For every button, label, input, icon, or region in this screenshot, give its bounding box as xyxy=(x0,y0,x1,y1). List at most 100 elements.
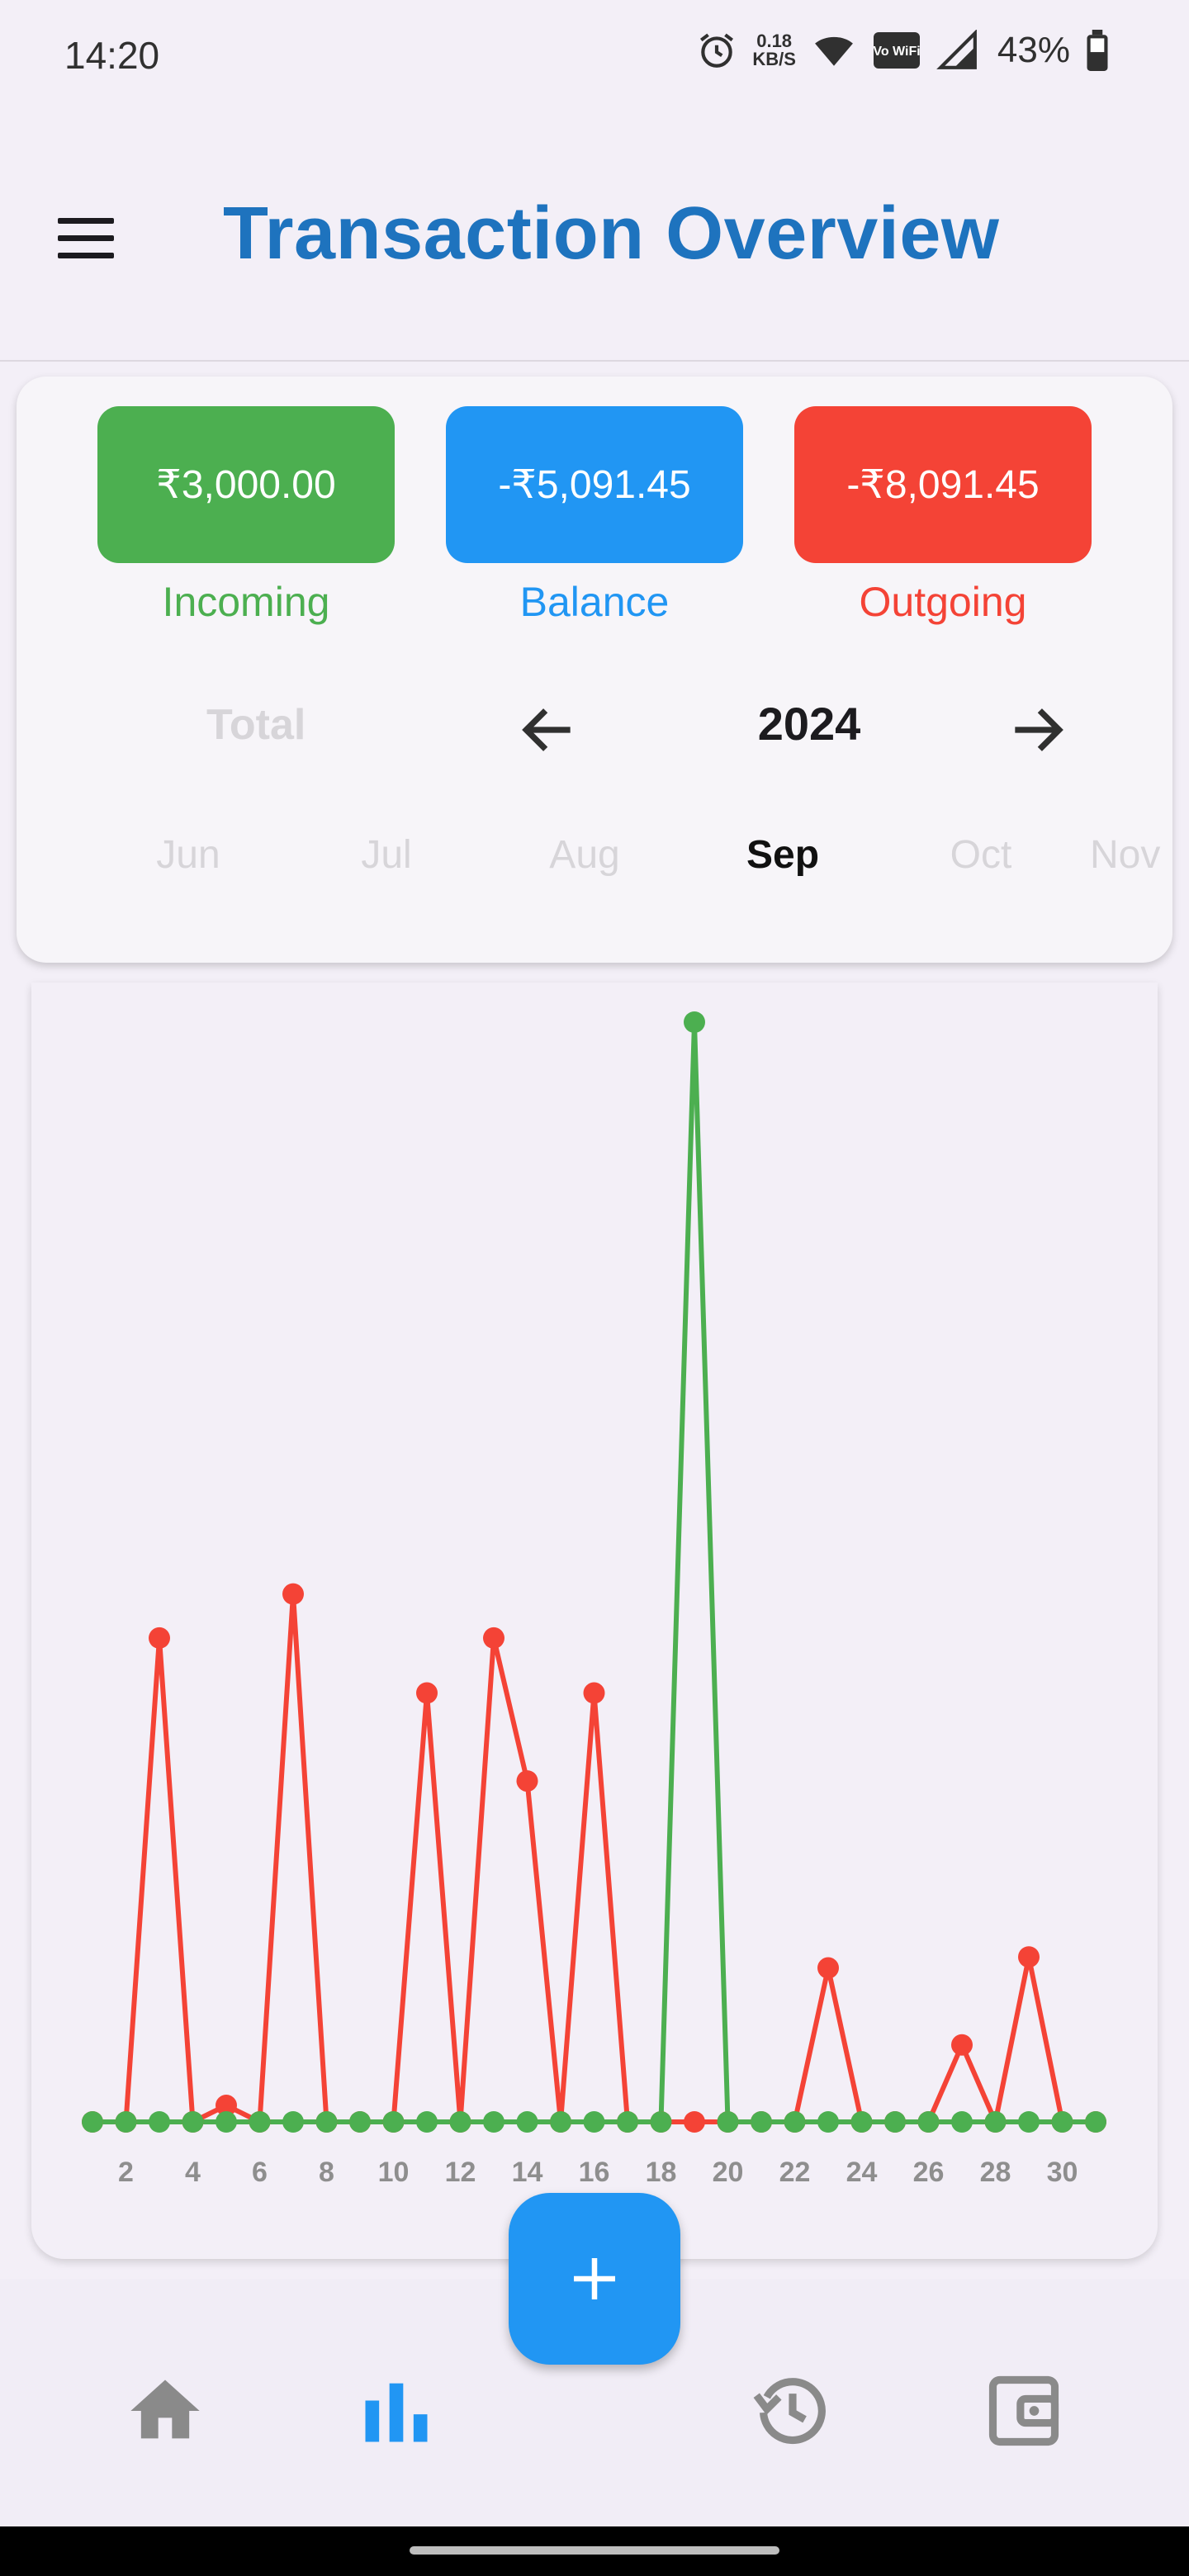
menu-button[interactable] xyxy=(54,213,117,263)
data-point-s1-day-9[interactable] xyxy=(349,2111,371,2133)
volte-wifi-icon: Vo WiFi xyxy=(873,32,921,69)
previous-year-arrow-icon[interactable] xyxy=(515,697,581,763)
battery-icon xyxy=(1087,30,1108,71)
data-point-s1-day-2[interactable] xyxy=(115,2111,137,2133)
alarm-icon xyxy=(700,33,734,68)
add-transaction-button[interactable] xyxy=(509,2193,680,2365)
data-point-s0-day-11[interactable] xyxy=(416,1682,438,1704)
x-tick-label: 22 xyxy=(779,2157,811,2188)
data-point-s1-day-23[interactable] xyxy=(817,2111,839,2133)
system-gesture-bar xyxy=(0,2526,1189,2576)
data-point-s1-day-30[interactable] xyxy=(1051,2111,1073,2133)
month-aug[interactable]: Aug xyxy=(510,832,659,878)
data-point-s0-day-14[interactable] xyxy=(516,1770,538,1792)
data-point-s1-day-6[interactable] xyxy=(249,2111,271,2133)
year-label: 2024 xyxy=(757,698,861,750)
data-point-s1-day-11[interactable] xyxy=(416,2111,438,2133)
outgoing-amount: -₹8,091.45 xyxy=(846,463,1040,507)
x-tick-label: 12 xyxy=(445,2157,476,2188)
nav-stats[interactable] xyxy=(347,2361,446,2460)
outgoing-label: Outgoing xyxy=(859,579,1027,625)
data-point-s1-day-15[interactable] xyxy=(550,2111,571,2133)
x-tick-label: 4 xyxy=(185,2157,201,2188)
data-point-s1-day-18[interactable] xyxy=(650,2111,672,2133)
x-tick-label: 8 xyxy=(319,2157,334,2188)
data-point-s0-day-29[interactable] xyxy=(1018,1946,1040,1968)
data-point-s1-day-5[interactable] xyxy=(216,2111,237,2133)
x-tick-label: 26 xyxy=(913,2157,945,2188)
status-time: 14:20 xyxy=(64,34,160,77)
chart-card: 2 4 6 8 10 12 14 16 18 20 22 24 26 28 30 xyxy=(31,983,1158,2259)
nav-home[interactable] xyxy=(116,2361,215,2460)
data-point-s0-day-13[interactable] xyxy=(483,1627,504,1649)
incoming-amount: ₹3,000.00 xyxy=(156,463,336,507)
data-point-s1-day-3[interactable] xyxy=(149,2111,170,2133)
data-point-s1-day-8[interactable] xyxy=(315,2111,338,2133)
cell-signal-icon xyxy=(936,30,977,69)
plus-icon xyxy=(574,2258,615,2299)
data-point-s1-day-25[interactable] xyxy=(884,2111,906,2133)
data-point-s1-day-28[interactable] xyxy=(984,2111,1007,2133)
nav-wallet[interactable] xyxy=(974,2361,1073,2460)
data-point-s1-day-12[interactable] xyxy=(449,2111,471,2133)
hamburger-menu-icon xyxy=(58,218,114,224)
gesture-handle[interactable] xyxy=(410,2546,779,2555)
data-point-s1-day-26[interactable] xyxy=(917,2111,940,2133)
data-point-s1-day-24[interactable] xyxy=(850,2111,873,2133)
x-tick-label: 14 xyxy=(512,2157,543,2188)
data-point-s1-day-10[interactable] xyxy=(382,2111,405,2133)
wifi-icon xyxy=(815,36,853,66)
x-tick-label: 2 xyxy=(118,2157,134,2188)
home-icon xyxy=(130,2379,200,2439)
month-oct[interactable]: Oct xyxy=(907,832,1055,878)
data-point-s1-day-27[interactable] xyxy=(951,2111,973,2133)
network-rate-value: 0.18 xyxy=(756,31,793,51)
outgoing-amount-box[interactable]: -₹8,091.45 xyxy=(794,406,1092,563)
month-nov[interactable]: Nov xyxy=(1090,832,1189,878)
data-point-s1-day-22[interactable] xyxy=(784,2111,806,2133)
x-tick-label: 24 xyxy=(846,2157,878,2188)
network-rate-unit: KB/S xyxy=(752,49,796,69)
incoming-label: Incoming xyxy=(162,579,330,625)
month-jul[interactable]: Jul xyxy=(312,832,461,878)
series-line-0 xyxy=(90,1591,1098,2124)
data-point-s0-day-7[interactable] xyxy=(282,1583,304,1605)
data-point-s1-day-19[interactable] xyxy=(684,1011,705,1033)
data-point-s1-day-7[interactable] xyxy=(282,2111,304,2133)
incoming-amount-box[interactable]: ₹3,000.00 xyxy=(97,406,395,563)
x-tick-label: 16 xyxy=(579,2157,610,2188)
app-bar: Transaction Overview xyxy=(0,116,1189,362)
balance-amount-box[interactable]: -₹5,091.45 xyxy=(446,406,743,563)
battery-percent: 43% xyxy=(997,30,1070,70)
summary-card: ₹3,000.00 Incoming -₹5,091.45 Balance -₹… xyxy=(17,376,1172,963)
data-point-s1-day-29[interactable] xyxy=(1018,2111,1040,2133)
data-point-s0-day-16[interactable] xyxy=(583,1682,605,1704)
x-tick-label: 10 xyxy=(378,2157,410,2188)
data-point-s1-day-16[interactable] xyxy=(583,2111,605,2133)
data-point-s1-day-14[interactable] xyxy=(516,2111,538,2133)
x-tick-label: 28 xyxy=(980,2157,1011,2188)
page-title: Transaction Overview xyxy=(223,192,1000,275)
history-icon xyxy=(753,2378,826,2445)
data-point-s1-day-21[interactable] xyxy=(751,2111,772,2133)
data-point-s0-day-27[interactable] xyxy=(951,2034,973,2056)
data-point-s1-day-17[interactable] xyxy=(617,2111,638,2133)
total-toggle[interactable]: Total xyxy=(206,700,306,750)
x-tick-label: 30 xyxy=(1047,2157,1078,2188)
next-year-arrow-icon[interactable] xyxy=(1004,697,1070,763)
data-point-s1-day-31[interactable] xyxy=(1085,2111,1106,2133)
volte-label: Vo WiFi xyxy=(873,45,920,59)
data-point-s1-day-1[interactable] xyxy=(82,2111,103,2133)
data-point-s1-day-4[interactable] xyxy=(182,2111,204,2133)
data-point-s1-day-20[interactable] xyxy=(717,2111,739,2133)
data-point-s1-day-13[interactable] xyxy=(483,2111,504,2133)
nav-history[interactable] xyxy=(743,2361,842,2460)
month-sep[interactable]: Sep xyxy=(708,832,857,878)
x-tick-label: 20 xyxy=(713,2157,744,2188)
data-point-s0-day-23[interactable] xyxy=(817,1957,839,1979)
data-point-s0-day-3[interactable] xyxy=(149,1627,170,1649)
month-jun[interactable]: Jun xyxy=(114,832,263,878)
data-point-s0-day-19[interactable] xyxy=(684,2111,705,2133)
balance-amount: -₹5,091.45 xyxy=(498,463,691,507)
series-line-1 xyxy=(90,1020,1098,2124)
